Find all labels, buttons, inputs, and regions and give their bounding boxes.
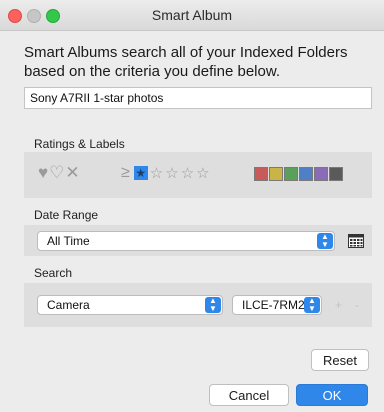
color-swatch-purple[interactable] [314, 167, 328, 181]
star-outline-icon[interactable]: ☆ [196, 164, 209, 182]
remove-criteria-button[interactable]: - [355, 298, 359, 312]
intro-text: Smart Albums search all of your Indexed … [24, 44, 348, 80]
album-name-input[interactable] [24, 87, 372, 109]
camera-model-value: ILCE-7RM2 [242, 298, 305, 312]
smart-album-window: Smart Album Smart Albums search all of y… [0, 0, 384, 412]
ok-button[interactable]: OK [296, 384, 368, 406]
chevron-updown-icon: ▲ ▼ [317, 233, 333, 249]
ratings-labels-panel: ♥♡✕ ≥ ★ ☆ ☆ ☆ ☆ [24, 152, 372, 198]
ratings-labels-heading: Ratings & Labels [34, 137, 125, 151]
heart-outline-icon[interactable]: ♡ [49, 163, 65, 182]
color-swatch-green[interactable] [284, 167, 298, 181]
color-swatch-blue[interactable] [299, 167, 313, 181]
rating-filter: ≥ ★ ☆ ☆ ☆ ☆ [121, 164, 212, 182]
search-field-value: Camera [47, 298, 90, 312]
reset-button[interactable]: Reset [311, 349, 369, 371]
chevron-updown-icon: ▲ ▼ [304, 297, 320, 313]
date-range-heading: Date Range [34, 208, 99, 222]
chevron-updown-icon: ▲ ▼ [205, 297, 221, 313]
cross-icon[interactable]: ✕ [65, 163, 80, 182]
date-range-value: All Time [47, 234, 90, 248]
color-label-swatches [254, 167, 344, 181]
heart-filled-icon[interactable]: ♥ [38, 163, 49, 182]
star-outline-icon[interactable]: ☆ [181, 164, 194, 182]
star-filled-icon[interactable]: ★ [133, 166, 148, 180]
search-field-select[interactable]: Camera ▲ ▼ [37, 295, 223, 315]
cancel-button[interactable]: Cancel [209, 384, 289, 406]
star-outline-icon[interactable]: ☆ [150, 164, 163, 182]
color-swatch-none[interactable] [329, 167, 343, 181]
date-range-select[interactable]: All Time ▲ ▼ [37, 231, 335, 251]
color-swatch-red[interactable] [254, 167, 268, 181]
camera-model-select[interactable]: ILCE-7RM2 ▲ ▼ [232, 295, 322, 315]
calendar-icon[interactable] [348, 234, 364, 248]
color-swatch-yellow[interactable] [269, 167, 283, 181]
label-filter-icons: ♥♡✕ [38, 163, 81, 183]
search-heading: Search [34, 266, 73, 280]
add-criteria-button[interactable]: + [335, 298, 342, 312]
star-outline-icon[interactable]: ☆ [165, 164, 178, 182]
title-bar: Smart Album [0, 0, 384, 31]
rating-comparator[interactable]: ≥ [121, 164, 130, 182]
window-title: Smart Album [151, 7, 233, 23]
